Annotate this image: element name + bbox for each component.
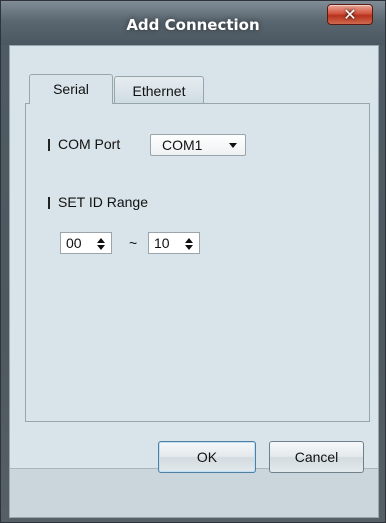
com-port-value: COM1 (162, 137, 203, 153)
set-id-to-value: 10 (154, 235, 170, 251)
section-marker (48, 139, 50, 151)
com-port-label: COM Port (58, 136, 121, 152)
spin-up-icon[interactable] (185, 238, 193, 243)
set-id-range-label: SET ID Range (58, 194, 149, 210)
spin-down-icon[interactable] (97, 245, 105, 250)
set-id-from-value: 00 (66, 235, 82, 251)
com-port-dropdown[interactable]: COM1 (150, 134, 246, 156)
tab-ethernet[interactable]: Ethernet (114, 76, 204, 104)
title-bar[interactable]: Add Connection ✕ (1, 1, 385, 45)
section-marker (48, 197, 50, 209)
spin-down-icon[interactable] (185, 245, 193, 250)
tab-serial[interactable]: Serial (29, 74, 113, 104)
range-separator: ~ (129, 235, 138, 251)
button-bar (10, 468, 378, 517)
set-id-from-spinner[interactable]: 00 (60, 232, 112, 254)
close-icon: ✕ (343, 5, 357, 24)
add-connection-dialog: Add Connection ✕ Serial Ethernet COM Por… (0, 0, 386, 523)
chevron-down-icon (229, 143, 237, 148)
close-button[interactable]: ✕ (327, 4, 373, 25)
spin-up-icon[interactable] (97, 238, 105, 243)
ok-button[interactable]: OK (158, 441, 256, 473)
set-id-to-spinner[interactable]: 10 (148, 232, 200, 254)
cancel-button[interactable]: Cancel (269, 441, 364, 473)
